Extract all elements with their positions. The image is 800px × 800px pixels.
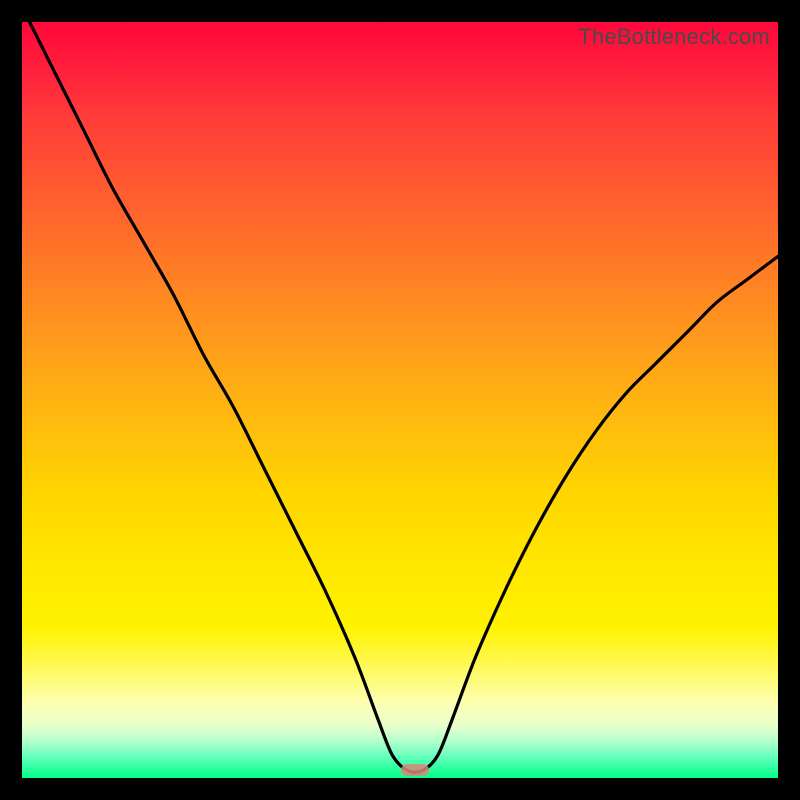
plot-area: TheBottleneck.com	[22, 22, 778, 778]
minimum-marker	[401, 764, 429, 776]
bottleneck-curve	[22, 22, 778, 778]
chart-frame: TheBottleneck.com	[0, 0, 800, 800]
curve-path	[30, 22, 778, 772]
